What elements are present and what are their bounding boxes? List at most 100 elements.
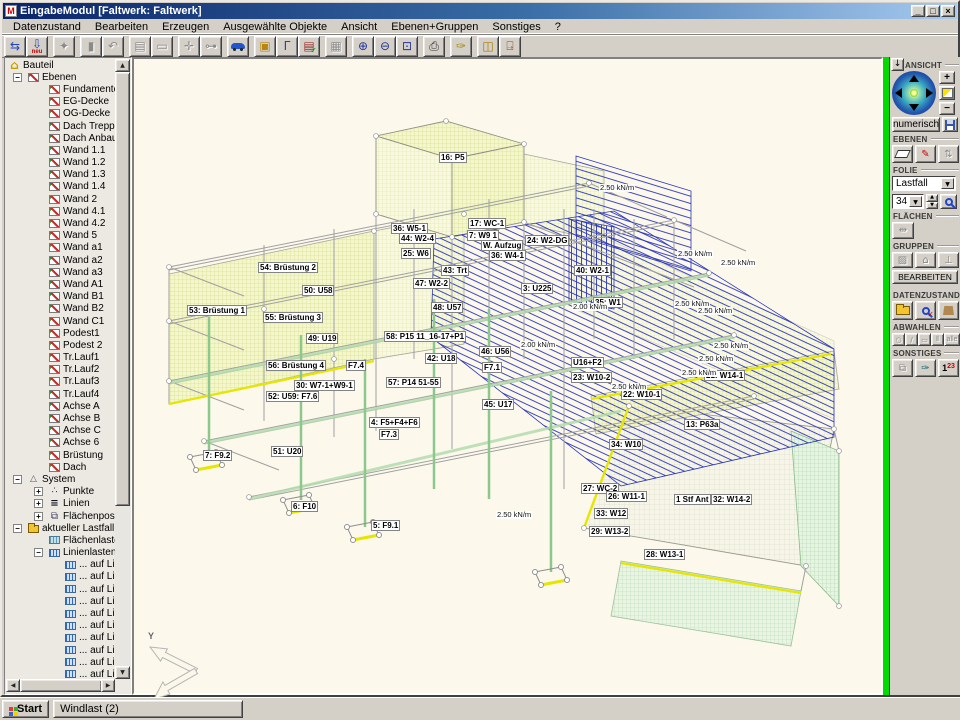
menu-item--[interactable]: ?: [548, 21, 568, 33]
undo-arc-button[interactable]: ↶: [102, 36, 124, 57]
collapse-icon[interactable]: −: [13, 475, 22, 484]
import-button[interactable]: ▣: [254, 36, 276, 57]
group-hatch-button[interactable]: ▨: [892, 252, 913, 268]
move-plane-button[interactable]: ⇅: [938, 145, 959, 163]
folie-number-select[interactable]: 34 ▼: [892, 194, 924, 209]
deselect-lines-button[interactable]: ∕: [905, 333, 918, 346]
car-button[interactable]: [227, 36, 249, 57]
tree-item--auf-linie-54[interactable]: ... auf Linie 54: [6, 595, 115, 607]
help-book-button[interactable]: ◫: [477, 36, 499, 57]
tree-item-wand-4-1[interactable]: Wand 4.1: [6, 205, 115, 217]
pin-button[interactable]: ↓: [891, 58, 904, 71]
scroll-down-icon[interactable]: ▼: [115, 666, 130, 679]
new-button[interactable]: ⇩neu: [26, 36, 48, 57]
tree-item-wand-b1[interactable]: Wand B1: [6, 291, 115, 303]
expand-icon[interactable]: +: [34, 499, 43, 508]
rotate-down-icon[interactable]: [909, 104, 919, 111]
minimize-button[interactable]: _: [911, 5, 925, 17]
tree-item-bauteil[interactable]: Bauteil: [6, 59, 115, 71]
tree-item--auf-linie-57[interactable]: ... auf Linie 57: [6, 632, 115, 644]
scroll-thumb[interactable]: [115, 72, 130, 506]
crane-button[interactable]: Γ: [276, 36, 298, 57]
tree-item-wand-a1[interactable]: Wand A1: [6, 278, 115, 290]
tree-item-achse-b[interactable]: Achse B: [6, 412, 115, 424]
tree-item-brüstung[interactable]: Brüstung: [6, 449, 115, 461]
display-options-button[interactable]: ✑: [450, 36, 472, 57]
tree-item-wand-2[interactable]: Wand 2: [6, 193, 115, 205]
tree-item-fundamente[interactable]: Fundamente: [6, 83, 115, 95]
tree-item-dach[interactable]: Dach: [6, 461, 115, 473]
expand-icon[interactable]: +: [34, 487, 43, 496]
tree-item-wand-c1[interactable]: Wand C1: [6, 315, 115, 327]
tree-vertical-scrollbar[interactable]: ▲ ▼: [115, 59, 130, 679]
tree-item-flächenlasten[interactable]: Flächenlasten: [6, 534, 115, 546]
grid-button[interactable]: ▦: [325, 36, 347, 57]
group-lamp-button[interactable]: ⌂: [915, 252, 936, 268]
rotate-left-icon[interactable]: [895, 88, 902, 98]
link-button[interactable]: ⊶: [200, 36, 222, 57]
tree-item-linien[interactable]: +Linien: [6, 498, 115, 510]
save-view-button[interactable]: [942, 117, 958, 132]
step-down-icon[interactable]: ▼: [926, 202, 938, 210]
tools-button[interactable]: ✦: [53, 36, 75, 57]
model-canvas[interactable]: 16: P536: W5-144: W2-417: WC-17: W9 1W. …: [132, 57, 883, 695]
tree-item-dach-anbau[interactable]: Dach Anbau: [6, 132, 115, 144]
load-state-button[interactable]: [892, 301, 913, 320]
deselect-all-button[interactable]: alle: [944, 333, 960, 346]
ruler-button[interactable]: ▭: [151, 36, 173, 57]
tree-horizontal-scrollbar[interactable]: ◀ ▶: [6, 679, 115, 693]
tree-item-tr-lauf1[interactable]: Tr.Lauf1: [6, 352, 115, 364]
tree-item-wand-1-2[interactable]: Wand 1.2: [6, 157, 115, 169]
move-button[interactable]: ✛: [178, 36, 200, 57]
zoom-in-button[interactable]: ⊕: [352, 36, 374, 57]
scroll-left-icon[interactable]: ◀: [6, 679, 20, 692]
menu-item-ausgew-hlte-objekte[interactable]: Ausgewählte Objekte: [216, 21, 334, 33]
numbering-button[interactable]: 123: [938, 359, 959, 377]
numerisch-button[interactable]: numerisch: [892, 117, 940, 132]
tree-item-wand-1-1[interactable]: Wand 1.1: [6, 144, 115, 156]
tree-item-wand-a1[interactable]: Wand a1: [6, 242, 115, 254]
start-button[interactable]: Start: [2, 700, 49, 718]
tree-item-flächenpositione[interactable]: +Flächenpositione: [6, 510, 115, 522]
tree-item-wand-a2[interactable]: Wand a2: [6, 254, 115, 266]
folie-search-button[interactable]: [940, 194, 957, 209]
panel-splitter-stripe[interactable]: [883, 57, 890, 695]
tree-item--auf-linie-58[interactable]: ... auf Linie 58: [6, 644, 115, 656]
tree-item--auf-linie-51[interactable]: ... auf Linie 51: [6, 559, 115, 571]
tree-item-og-decke[interactable]: OG-Decke: [6, 108, 115, 120]
collapse-icon[interactable]: −: [34, 548, 43, 557]
tree-item-wand-b2[interactable]: Wand B2: [6, 303, 115, 315]
tree-item-wand-1-4[interactable]: Wand 1.4: [6, 181, 115, 193]
plane-button[interactable]: [892, 145, 913, 163]
tree-item--auf-linie-52[interactable]: ... auf Linie 52: [6, 571, 115, 583]
tree-item-wand-4-2[interactable]: Wand 4.2: [6, 217, 115, 229]
scroll-thumb[interactable]: [20, 679, 102, 692]
menu-item-sonstiges[interactable]: Sonstiges: [485, 21, 547, 33]
tree-item-podest1[interactable]: Podest1: [6, 327, 115, 339]
menu-item-ansicht[interactable]: Ansicht: [334, 21, 384, 33]
tree-item--auf-linie-53[interactable]: ... auf Linie 53: [6, 583, 115, 595]
tree-item-tr-lauf3[interactable]: Tr.Lauf3: [6, 376, 115, 388]
tree-item-achse-6[interactable]: Achse 6: [6, 437, 115, 449]
zoom-out-button[interactable]: −: [939, 102, 955, 115]
maximize-button[interactable]: □: [926, 5, 940, 17]
scroll-up-icon[interactable]: ▲: [115, 59, 130, 72]
zoom-out-button[interactable]: ⊖: [374, 36, 396, 57]
bearbeiten-button[interactable]: BEARBEITEN: [892, 270, 958, 284]
datenzustand-refresh-button[interactable]: ⇆: [4, 36, 26, 57]
roller-button[interactable]: ▤: [129, 36, 151, 57]
apply-state-button[interactable]: [938, 301, 959, 320]
tree-item-dach-treppenha[interactable]: Dach Treppenha: [6, 120, 115, 132]
tree-item-tr-lauf2[interactable]: Tr.Lauf2: [6, 364, 115, 376]
tree-item-achse-a[interactable]: Achse A: [6, 400, 115, 412]
tree-item-aktueller-lastfall[interactable]: −aktueller Lastfall: [6, 522, 115, 534]
deselect-points-button[interactable]: ○: [892, 333, 905, 346]
zoom-in-button[interactable]: +: [939, 71, 955, 84]
flaechen-button[interactable]: ⇹: [892, 222, 914, 239]
tree-item-wand-1-3[interactable]: Wand 1.3: [6, 169, 115, 181]
zoom-window-button[interactable]: ⊡: [396, 36, 418, 57]
tree-item-eg-decke[interactable]: EG-Decke: [6, 96, 115, 108]
tree-item-linienlasten[interactable]: −Linienlasten: [6, 547, 115, 559]
menu-item-bearbeiten[interactable]: Bearbeiten: [88, 21, 155, 33]
tree-item-tr-lauf4[interactable]: Tr.Lauf4: [6, 388, 115, 400]
